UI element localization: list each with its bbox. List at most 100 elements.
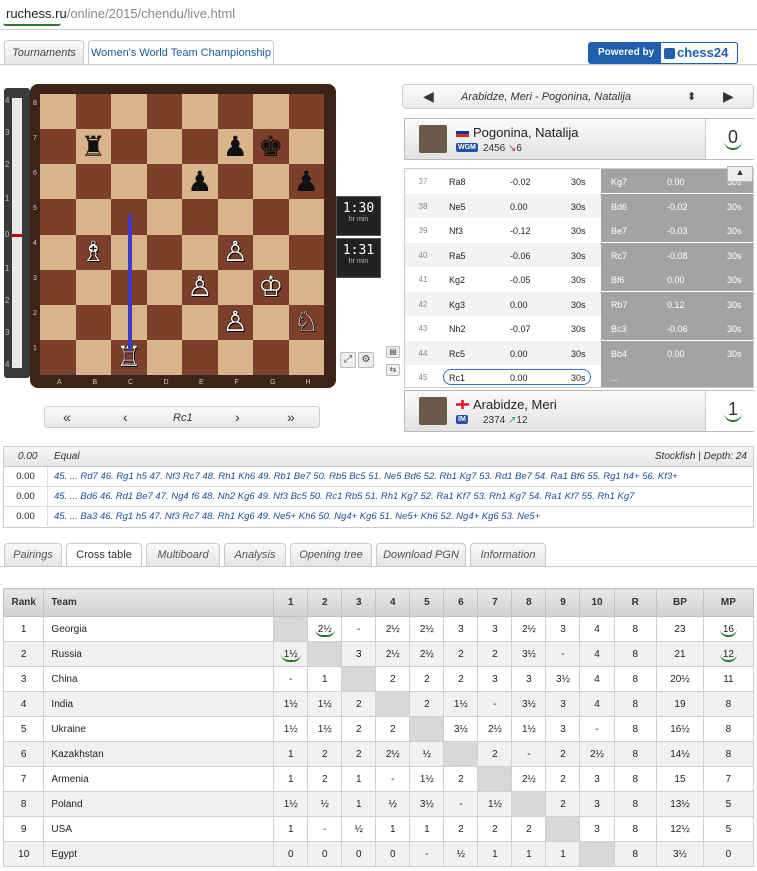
board-square-e5[interactable] [182,199,218,235]
black-move[interactable]: Bf6 [611,275,625,285]
black-move[interactable]: Rb7 [611,300,628,310]
black-move[interactable]: Kg7 [611,177,627,187]
board-square-b1[interactable] [75,339,111,375]
table-row[interactable]: 8 Poland 1½ ½ 1 ½ 3½ -1½ 2 3 8 13½ 5 [2,791,755,817]
layout-icon[interactable]: ▤ [386,346,400,358]
board-square-a7[interactable] [40,129,76,165]
board-square-c7[interactable] [111,129,147,165]
move-row[interactable]: 41 Kg2 -0.05 30s Bf6 0.00 30s [405,267,753,291]
board-square-h4[interactable] [288,234,324,270]
chess-piece[interactable]: ♟ [294,167,319,196]
black-move-cell[interactable]: ... [601,365,753,387]
board-square-g5[interactable] [253,199,289,235]
board-square-f6[interactable] [217,164,253,200]
next-move-button[interactable]: › [235,409,240,425]
table-row[interactable]: 5 Ukraine 1½ 1½ 2 2 3½ 2½ 1½ 3-8 16½ 8 [2,716,755,742]
table-row[interactable]: 4 India 1½ 1½ 2 2 1½ -3½ 3 4 8 19 8 [2,691,755,717]
prev-game-icon[interactable]: ◀ [423,88,434,105]
column-header[interactable]: 7 [477,588,513,617]
tab-championship[interactable]: Women's World Team Championship [88,40,274,65]
chess-piece[interactable]: ♟ [187,167,212,196]
white-move[interactable]: Ne5 [449,202,466,212]
black-move-cell[interactable]: Be7 -0.03 30s [601,218,753,242]
board-square-d1[interactable] [146,339,182,375]
column-header[interactable]: Rank [2,588,45,617]
black-move-cell[interactable]: Bc3 -0.06 30s [601,316,753,340]
gear-icon[interactable]: ⚙ [358,352,374,368]
board-square-e8[interactable] [182,94,218,130]
moves-table[interactable]: 37 Ra8 -0.02 30s Kg7 0.00 30s 38 Ne5 0.00 30s Bd6 -0… [404,168,754,388]
board-square-d4[interactable] [146,234,182,270]
first-move-button[interactable]: « [63,409,71,425]
table-row[interactable]: 9 USA 1- ½ 1 1 2 2 2 3 8 12½ 5 [2,816,755,842]
column-header[interactable]: 8 [511,588,547,617]
board-square-g4[interactable] [253,234,289,270]
board-square-h7[interactable] [288,129,324,165]
scroll-up-icon[interactable]: ▲ [727,166,753,182]
board-square-a5[interactable] [40,199,76,235]
chess-piece[interactable]: ♚ [258,132,283,161]
board-square-d8[interactable] [146,94,182,130]
tab-tournaments[interactable]: Tournaments [4,40,84,65]
flip-board-icon[interactable]: ⤢ [340,352,356,368]
chess-piece[interactable]: ♙ [223,238,248,266]
board-square-d6[interactable] [146,164,182,200]
table-row[interactable]: 1 Georgia 2½ -2½ 2½ 3 3 2½ 3 4 8 23 16 [2,616,755,642]
column-header[interactable]: BP [656,588,704,617]
black-move-cell[interactable]: Bd6 -0.02 30s [601,193,753,218]
column-header[interactable]: R [613,588,658,617]
powered-by-badge[interactable]: Powered by chess24 [588,42,738,64]
board-square-g8[interactable] [253,94,289,130]
board-square-h2[interactable]: ♘ [288,304,324,340]
move-row[interactable]: 40 Ra5 -0.06 30s Rc7 -0.08 30s [405,242,753,267]
board-square-h3[interactable] [288,269,324,305]
table-row[interactable]: 7 Armenia 1 2 1-1½ 2 2½ 2 3 8 15 7 [2,766,755,792]
board-square-a1[interactable] [40,339,76,375]
chess-piece[interactable]: ♔ [258,273,283,301]
column-header[interactable]: 2 [307,588,343,617]
board-square-a4[interactable] [40,234,76,270]
column-header[interactable]: MP [702,588,755,617]
black-move-cell[interactable]: Rc7 -0.08 30s [601,242,753,267]
board-square-a8[interactable] [40,94,76,130]
black-move-cell[interactable]: Rb7 0.12 30s [601,291,753,316]
chess-piece[interactable]: ♙ [187,273,212,301]
tab-download-pgn[interactable]: Download PGN [376,543,466,567]
black-move[interactable]: Bc3 [611,324,627,334]
board-square-d2[interactable] [146,304,182,340]
column-header[interactable]: 1 [273,588,309,617]
board-square-b3[interactable] [75,269,111,305]
board-square-h5[interactable] [288,199,324,235]
engine-line[interactable]: 0.00 45. ... Rd7 46. Rg1 h5 47. Nf3 Rc7 4… [4,467,753,487]
black-move[interactable]: Bb4 [611,349,627,359]
white-move[interactable]: Ra5 [449,251,466,261]
board-square-g3[interactable]: ♔ [253,269,289,305]
board-square-f4[interactable]: ♙ [217,234,253,270]
black-move-cell[interactable]: Bf6 0.00 30s [601,267,753,291]
table-row[interactable]: 3 China -1 2 2 2 3 3 3½ 4 8 20½ 11 [2,666,755,692]
move-row[interactable]: 38 Ne5 0.00 30s Bd6 -0.02 30s [405,193,753,218]
board-square-e4[interactable] [182,234,218,270]
board-square-b4[interactable]: ♗ [75,234,111,270]
board-square-e2[interactable] [182,304,218,340]
column-header[interactable]: 5 [409,588,445,617]
white-move[interactable]: Nf3 [449,226,463,236]
white-move[interactable]: Kg2 [449,275,465,285]
board-square-f2[interactable]: ♙ [217,304,253,340]
chess-piece[interactable]: ♟ [223,132,248,161]
column-header[interactable]: 9 [545,588,581,617]
column-header[interactable]: 6 [443,588,479,617]
tab-analysis[interactable]: Analysis [224,543,286,567]
white-move[interactable]: Ra8 [449,177,466,187]
board-square-c6[interactable] [111,164,147,200]
white-move[interactable]: Rc5 [449,349,465,359]
table-row[interactable]: 2 Russia 1½ 3 2½ 2½ 2 2 3½ -4 8 21 12 [2,641,755,667]
board-square-e7[interactable] [182,129,218,165]
move-row[interactable]: 37 Ra8 -0.02 30s Kg7 0.00 30s [405,169,753,193]
column-header[interactable]: Team [43,588,275,617]
board-square-b6[interactable] [75,164,111,200]
move-row[interactable]: 42 Kg3 0.00 30s Rb7 0.12 30s [405,291,753,316]
column-header[interactable]: 4 [375,588,411,617]
board-square-g1[interactable] [253,339,289,375]
board-square-f3[interactable] [217,269,253,305]
